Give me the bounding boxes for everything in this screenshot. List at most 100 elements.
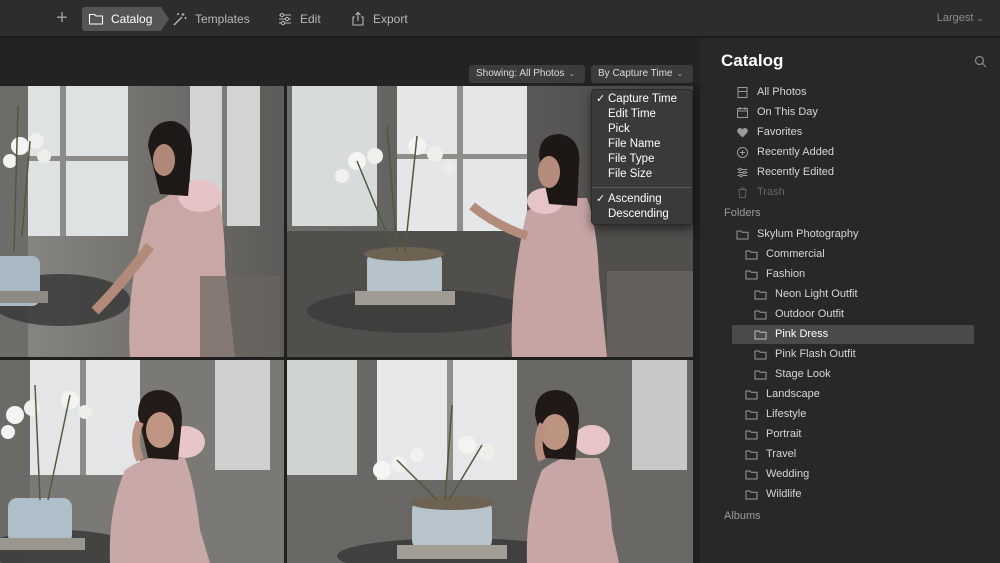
folder-label: Pink Flash Outfit (775, 348, 856, 360)
folder-icon (88, 13, 104, 25)
folder-label: Outdoor Outfit (775, 308, 845, 320)
showing-filter-label: Showing: All Photos (476, 68, 565, 79)
menu-divider (592, 187, 692, 188)
folder-icon (745, 250, 758, 259)
chevron-down-icon: ⌄ (676, 69, 684, 78)
sort-option-label: File Size (608, 168, 653, 180)
library-item-label: All Photos (757, 86, 807, 98)
folder-icon (745, 430, 758, 439)
library-item-recently-added[interactable]: Recently Added (736, 143, 834, 161)
photo-thumbnail[interactable] (287, 360, 693, 563)
photo-thumbnail[interactable] (0, 360, 284, 563)
sort-order-descending[interactable]: Descending (592, 207, 692, 222)
sort-option-label: File Type (608, 153, 655, 165)
edit-tab-label: Edit (300, 12, 321, 26)
folder-label: Portrait (766, 428, 802, 440)
add-button[interactable]: + (52, 7, 72, 29)
checkmark-icon: ✓ (596, 193, 606, 205)
folder-icon (754, 310, 767, 319)
folder-item-commercial[interactable]: Commercial (745, 245, 825, 263)
library-item-label: Recently Edited (757, 166, 835, 178)
export-tab[interactable]: Export (350, 7, 408, 31)
folder-item-pink-flash-outfit[interactable]: Pink Flash Outfit (754, 345, 856, 363)
folder-item-stage-look[interactable]: Stage Look (754, 365, 831, 383)
templates-tab[interactable]: Templates (172, 7, 250, 31)
templates-tab-label: Templates (195, 12, 250, 26)
folder-item-fashion[interactable]: Fashion (745, 265, 805, 283)
folder-label: Fashion (766, 268, 806, 280)
sort-order-label: Descending (608, 208, 669, 220)
folder-icon (745, 490, 758, 499)
folder-icon (745, 270, 758, 279)
sort-option-file-name[interactable]: File Name (592, 137, 692, 152)
library-item-trash[interactable]: Trash (736, 183, 785, 201)
folder-item-landscape[interactable]: Landscape (745, 385, 820, 403)
sort-option-file-type[interactable]: File Type (592, 152, 692, 167)
sort-option-pick[interactable]: Pick (592, 122, 692, 137)
catalog-panel: Catalog All Photos On This Day Favorites… (700, 38, 1000, 563)
photo-grid-area: Showing: All Photos⌄ By Capture Time⌄ (0, 38, 700, 563)
folders-section-label: Folders (724, 207, 761, 219)
export-icon (352, 11, 364, 26)
panel-title: Catalog (721, 51, 784, 70)
folder-item-pink-dress[interactable]: Pink Dress (754, 325, 828, 343)
folder-item-lifestyle[interactable]: Lifestyle (745, 405, 806, 423)
top-toolbar: + Catalog Templates Edit Export Largest ⌄ (0, 0, 1000, 37)
folder-label: Landscape (766, 388, 820, 400)
folder-item-neon-light-outfit[interactable]: Neon Light Outfit (754, 285, 858, 303)
folder-icon (736, 230, 749, 239)
library-item-all-photos[interactable]: All Photos (736, 83, 807, 101)
thumbnail-size-select[interactable]: Largest ⌄ (937, 12, 984, 24)
photos-icon (737, 86, 748, 98)
sort-option-capture-time[interactable]: ✓ Capture Time (592, 92, 692, 107)
sort-option-file-size[interactable]: File Size (592, 167, 692, 182)
search-icon[interactable] (974, 55, 987, 68)
folder-item-wildlife[interactable]: Wildlife (745, 485, 801, 503)
sort-order-ascending[interactable]: ✓ Ascending (592, 192, 692, 207)
folder-label: Pink Dress (775, 328, 829, 340)
sort-dropdown-menu: ✓ Capture Time Edit Time Pick File Name … (591, 89, 693, 225)
sort-option-label: File Name (608, 138, 661, 150)
library-item-recently-edited[interactable]: Recently Edited (736, 163, 834, 181)
folder-icon (754, 370, 767, 379)
export-tab-label: Export (373, 12, 408, 26)
catalog-tab[interactable]: Catalog (82, 7, 169, 31)
sort-option-label: Edit Time (608, 108, 656, 120)
library-item-on-this-day[interactable]: On This Day (736, 103, 818, 121)
sliders-icon (737, 167, 748, 177)
folder-label: Travel (766, 448, 797, 460)
folder-item-skylum-photography[interactable]: Skylum Photography (736, 225, 859, 243)
filter-bar: Showing: All Photos ⌄ By Capture Time ⌄ (0, 38, 700, 86)
library-item-favorites[interactable]: Favorites (736, 123, 802, 141)
folder-item-outdoor-outfit[interactable]: Outdoor Outfit (754, 305, 844, 323)
checkmark-icon: ✓ (596, 93, 606, 105)
magic-wand-icon (173, 13, 187, 26)
sort-option-edit-time[interactable]: Edit Time (592, 107, 692, 122)
folder-item-travel[interactable]: Travel (745, 445, 796, 463)
edit-tab[interactable]: Edit (277, 7, 321, 31)
library-item-label: On This Day (757, 106, 818, 118)
showing-filter-button[interactable]: Showing: All Photos ⌄ (469, 65, 585, 83)
folder-icon (745, 450, 758, 459)
folder-label: Wildlife (766, 488, 802, 500)
heart-icon (737, 127, 748, 137)
catalog-tab-label: Catalog (111, 12, 153, 26)
sliders-icon (279, 12, 291, 26)
plus-circle-icon (737, 146, 748, 158)
folder-icon (745, 410, 758, 419)
folder-icon (745, 470, 758, 479)
folder-label: Lifestyle (766, 408, 807, 420)
sort-option-label: Capture Time (608, 93, 678, 105)
calendar-icon (737, 106, 748, 118)
sort-option-label: Pick (608, 123, 630, 135)
folder-item-wedding[interactable]: Wedding (745, 465, 809, 483)
folder-icon (754, 330, 767, 339)
folder-label: Neon Light Outfit (775, 288, 858, 300)
folder-item-portrait[interactable]: Portrait (745, 425, 801, 443)
folder-icon (754, 290, 767, 299)
sort-label: By Capture Time (598, 68, 673, 79)
sort-button[interactable]: By Capture Time ⌄ (591, 65, 693, 83)
photo-thumbnail[interactable] (0, 86, 284, 357)
albums-section-label: Albums (724, 510, 761, 522)
library-item-label: Trash (757, 186, 785, 198)
